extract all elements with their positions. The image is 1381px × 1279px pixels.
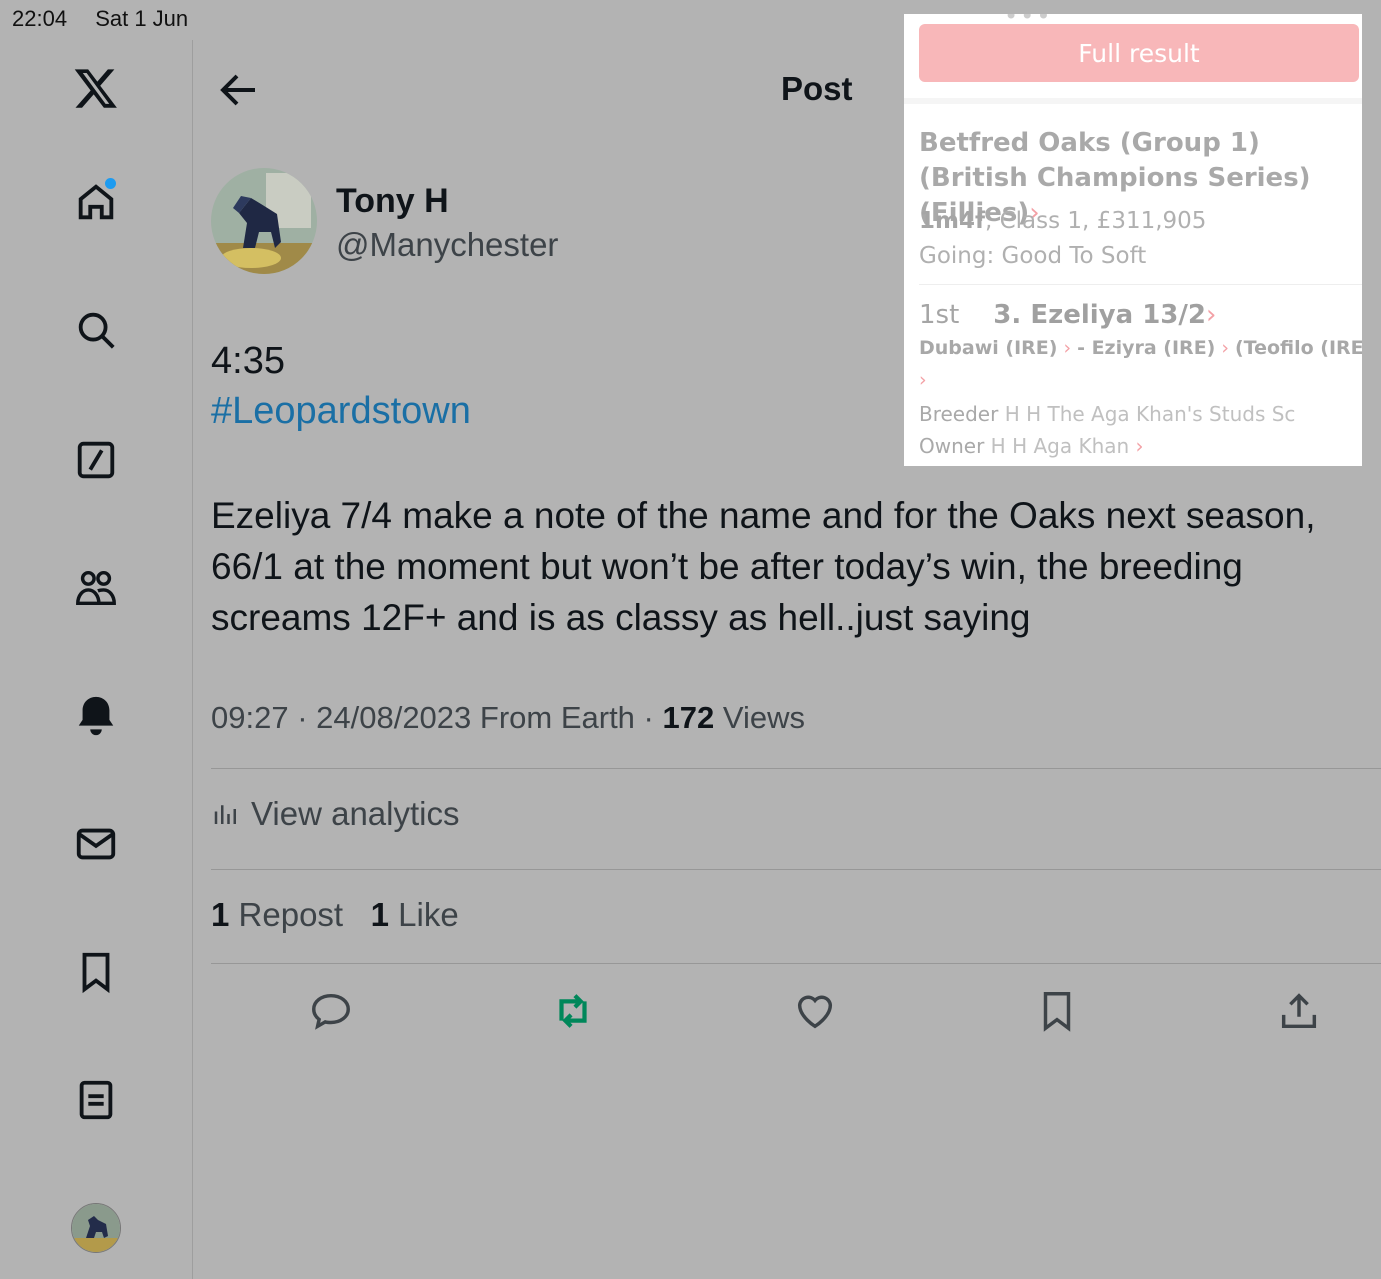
status-bar: 22:04 Sat 1 Jun (12, 6, 210, 32)
repost-label: Repost (238, 896, 344, 933)
messages-icon (76, 828, 116, 860)
pedigree-chevron: › (919, 369, 927, 391)
nav-messages[interactable] (68, 816, 124, 872)
side-navigation (0, 40, 193, 1279)
chevron-right-icon: › (1063, 337, 1072, 359)
view-analytics-link[interactable]: View analytics (211, 795, 460, 833)
owner-label: Owner (919, 434, 985, 458)
tweet-timestamp[interactable]: 09:27 · 24/08/2023 From Earth · (211, 700, 654, 735)
owner-name: H H Aga Khan (990, 434, 1130, 458)
like-button[interactable] (792, 988, 838, 1034)
reply-icon (312, 993, 350, 1030)
views-count: 172 (662, 700, 715, 735)
race-result-overlay: ••• Full result Betfred Oaks (Group 1) (… (904, 14, 1362, 466)
breeder-name: H H The Aga Khan's Studs Sc (1004, 402, 1296, 426)
bookmark-button[interactable] (1034, 988, 1080, 1034)
author-handle[interactable]: @Manychester (336, 226, 558, 264)
breeder-row: Breeder H H The Aga Khan's Studs Sc (919, 402, 1295, 426)
nav-search[interactable] (68, 302, 124, 358)
nav-home[interactable] (68, 174, 124, 230)
analytics-icon (214, 805, 236, 824)
nav-profile[interactable] (68, 1200, 124, 1256)
race-distance: 1m4f (919, 208, 985, 234)
notifications-icon (78, 696, 114, 736)
share-button[interactable] (1276, 988, 1322, 1034)
back-button[interactable] (215, 66, 263, 114)
x-logo[interactable] (68, 60, 124, 116)
bookmark-icon (1043, 992, 1071, 1032)
divider (211, 963, 1381, 964)
nav-grok[interactable] (68, 432, 124, 488)
repost-count: 1 (211, 896, 230, 933)
nav-lists[interactable] (68, 1072, 124, 1128)
finish-position: 1st (919, 300, 960, 330)
repost-icon (559, 994, 587, 1028)
x-logo-icon (74, 69, 117, 108)
tweet-body: Ezeliya 7/4 make a note of the name and … (211, 495, 1316, 638)
race-details: 1m4f, Class 1, £311,905 (919, 208, 1206, 234)
reply-button[interactable] (308, 988, 354, 1034)
views-label: Views (722, 700, 805, 735)
breeder-label: Breeder (919, 402, 999, 426)
repost-button[interactable] (550, 988, 596, 1034)
tweet-time-text: 4:35 (211, 340, 285, 382)
arrow-left-icon (220, 74, 255, 106)
full-result-button[interactable]: Full result (919, 24, 1359, 82)
heart-icon (797, 995, 833, 1029)
pedigree: Dubawi (IRE) › - Eziyra (IRE) › (Teofilo (IR… (919, 337, 1362, 359)
winner-row[interactable]: 1st 3. Ezeliya 13/2› (919, 300, 1216, 330)
chevron-right-icon: › (1205, 300, 1217, 330)
dam-link[interactable]: - Eziyra (IRE) (1077, 337, 1215, 359)
repost-count-link[interactable]: 1 Repost (211, 896, 343, 933)
nav-communities[interactable] (68, 560, 124, 616)
like-label: Like (398, 896, 459, 933)
owner-row[interactable]: Owner H H Aga Khan › (919, 434, 1144, 458)
divider (919, 284, 1362, 285)
chevron-right-icon: › (1221, 337, 1229, 359)
nav-notifications[interactable] (68, 688, 124, 744)
search-icon (78, 312, 115, 349)
divider (904, 98, 1362, 104)
hashtag-link[interactable]: #Leopardstown (211, 390, 471, 433)
tweet-meta: 09:27 · 24/08/2023 From Earth · 172 View… (211, 700, 805, 736)
action-bar (0, 988, 1381, 1038)
divider (211, 768, 1381, 769)
notification-dot (105, 178, 116, 189)
author-avatar[interactable] (211, 168, 317, 274)
dam-sire-link[interactable]: (Teofilo (IRE)) (1235, 337, 1362, 359)
winner-name: 3. Ezeliya 13/2 (993, 300, 1206, 330)
chevron-right-icon: › (1129, 434, 1144, 458)
race-class-prize: , Class 1, £311,905 (984, 208, 1207, 234)
chevron-right-icon: › (919, 369, 927, 391)
engagement-counts: 1 Repost 1 Like (211, 896, 459, 934)
race-going: Going: Good To Soft (919, 243, 1147, 269)
like-count: 1 (370, 896, 389, 933)
author-name[interactable]: Tony H (336, 182, 449, 221)
like-count-link[interactable]: 1 Like (371, 896, 459, 933)
share-icon (1281, 993, 1317, 1029)
page-title: Post (781, 70, 853, 107)
lists-icon (79, 1080, 113, 1120)
profile-avatar (71, 1203, 121, 1253)
view-analytics-label: View analytics (251, 795, 460, 832)
sire-link[interactable]: Dubawi (IRE) (919, 337, 1057, 359)
status-date: Sat 1 Jun (95, 6, 189, 31)
divider (211, 869, 1381, 870)
status-time: 22:04 (12, 6, 68, 31)
communities-icon (76, 570, 116, 606)
grok-icon (77, 441, 115, 479)
